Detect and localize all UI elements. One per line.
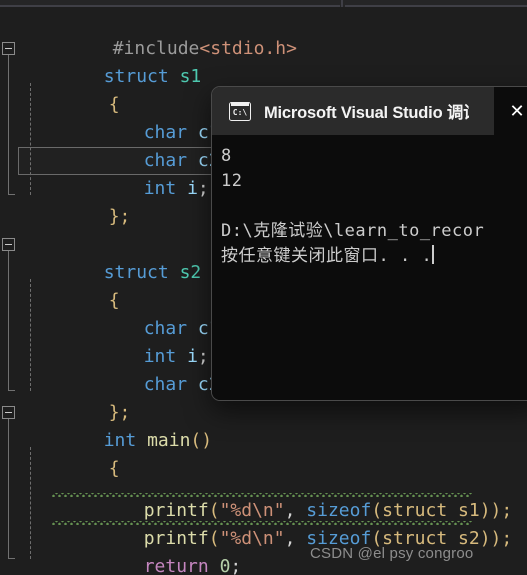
token-close-semi-s1: }; (108, 206, 131, 227)
code-line-20[interactable]: } (0, 553, 65, 575)
console-caret (432, 245, 435, 264)
tab-separator (341, 0, 343, 7)
code-line-14[interactable]: }; (0, 371, 131, 423)
console-output-prompt-line: 按任意键关闭此窗口. . . (221, 244, 527, 269)
code-line-1[interactable]: #include<stdio.h> (0, 7, 297, 59)
console-output-line: D:\克隆试验\learn_to_recor (221, 221, 485, 241)
token-type-s2: s2 (179, 262, 202, 283)
console-icon-prompt-text: C:\ (232, 107, 248, 117)
code-line-19[interactable]: return 0; (0, 525, 242, 575)
code-line-18[interactable]: printf("%d\n", sizeof(struct s2)); (0, 497, 513, 549)
token-main-parens: () (190, 430, 213, 451)
console-title-bar[interactable]: C:\ Microsoft Visual Studio 调试控 ✕ (212, 87, 527, 135)
code-line-17[interactable]: printf("%d\n", sizeof(struct s1)); (0, 469, 513, 521)
code-line-15[interactable]: int main() (0, 399, 212, 451)
console-prompt-text: 按任意键关闭此窗口. . . (221, 246, 433, 266)
code-line-4[interactable]: char c1; (0, 91, 231, 143)
console-output-area[interactable]: 8 12 D:\克隆试验\learn_to_recor 按任意键关闭此窗口. .… (212, 135, 527, 400)
token-number-zero: 0 (219, 556, 231, 575)
token-type-s1: s1 (179, 66, 202, 87)
code-line-9[interactable]: struct s2 (0, 231, 202, 283)
code-line-16[interactable]: { (0, 427, 120, 479)
token-semicolon-6: ; (197, 178, 209, 199)
code-line-7[interactable]: }; (0, 175, 131, 227)
code-line-10[interactable]: { (0, 259, 120, 311)
code-line-13[interactable]: char c2; (0, 343, 231, 395)
screenshot-root: #include<stdio.h> struct s1 { char c1; c… (0, 0, 527, 575)
code-line-12[interactable]: int i; (0, 315, 209, 367)
token-keyword-int-1: int (143, 178, 177, 199)
code-line-6[interactable]: int i; (0, 147, 209, 199)
token-comma-2: , (284, 528, 307, 549)
code-line-3[interactable]: { (0, 63, 120, 115)
code-line-11[interactable]: char c1; (0, 287, 231, 339)
token-keyword-return: return (143, 556, 209, 575)
close-icon[interactable]: ✕ (494, 87, 527, 135)
console-output-line: 8 (221, 146, 232, 166)
token-ident-i-a: i (187, 178, 198, 199)
editor-tab-strip[interactable] (0, 0, 527, 7)
console-title-text: Microsoft Visual Studio 调试控 (264, 104, 469, 122)
console-window-icon: C:\ (229, 101, 251, 121)
console-output-blank-line (221, 194, 527, 219)
token-keyword-char-4: char (143, 374, 188, 395)
token-semicolon-19: ; (230, 556, 242, 575)
code-line-2[interactable]: struct s1 (0, 35, 202, 87)
token-function-main: main (147, 430, 191, 451)
token-include-header: <stdio.h> (199, 38, 297, 59)
watermark-text: CSDN @el psy congroo (310, 545, 474, 562)
console-output-line: 12 (221, 171, 243, 191)
debug-console-window[interactable]: C:\ Microsoft Visual Studio 调试控 ✕ 8 12 D… (211, 86, 527, 401)
code-line-5[interactable]: char c2; (0, 119, 231, 171)
